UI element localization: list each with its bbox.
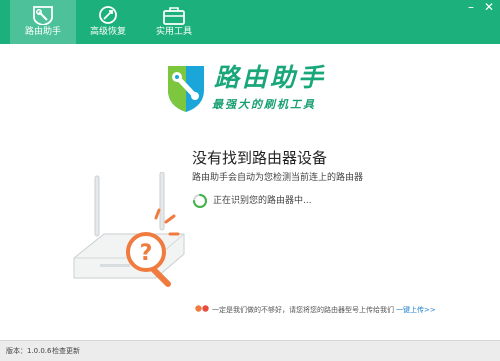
toolbox-icon <box>141 5 207 25</box>
router-illustration-icon: ? <box>60 171 190 294</box>
sad-face-icon <box>195 305 209 315</box>
tab-label: 高级恢复 <box>89 27 126 37</box>
minimize-button[interactable]: – <box>464 0 478 14</box>
tab-label: 实用工具 <box>155 27 192 37</box>
tab-router-assistant[interactable]: 路由助手 <box>10 0 76 44</box>
logo-subtitle: 最强大的刷机工具 <box>212 98 316 111</box>
logo-title: 路由助手 <box>214 63 327 92</box>
check-update-link[interactable]: 检查更新 <box>52 346 80 356</box>
svg-text:?: ? <box>140 241 153 266</box>
close-button[interactable]: ✕ <box>482 0 496 14</box>
tab-label: 路由助手 <box>24 27 61 37</box>
loading-spinner-icon <box>192 193 208 208</box>
router-wrench-icon <box>10 5 76 26</box>
not-found-title: 没有找到路由器设备 <box>192 149 328 167</box>
scanning-status: 正在识别您的路由器中... <box>213 196 312 206</box>
status-bar: 版本：1.0.0.6 检查更新 <box>0 340 500 361</box>
upload-model-note: 一定是我们做的不够好，请您将您的路由器型号上传给我们 一键上传>> <box>195 305 436 315</box>
tab-utility-tools[interactable]: 实用工具 <box>141 0 207 44</box>
one-click-upload-link[interactable]: 一键上传>> <box>396 306 436 314</box>
top-navigation-bar: 路由助手 高级恢复 实用工具 – ✕ <box>0 0 500 44</box>
version-label: 版本：1.0.0.6 <box>6 347 52 355</box>
tab-advanced-restore[interactable]: 高级恢复 <box>75 0 141 44</box>
logo-shield-icon <box>164 62 210 118</box>
upload-note-text: 一定是我们做的不够好，请您将您的路由器型号上传给我们 <box>212 306 394 314</box>
detection-hint: 路由助手会自动为您检测当前连上的路由器 <box>192 173 364 183</box>
restore-icon <box>75 5 141 25</box>
